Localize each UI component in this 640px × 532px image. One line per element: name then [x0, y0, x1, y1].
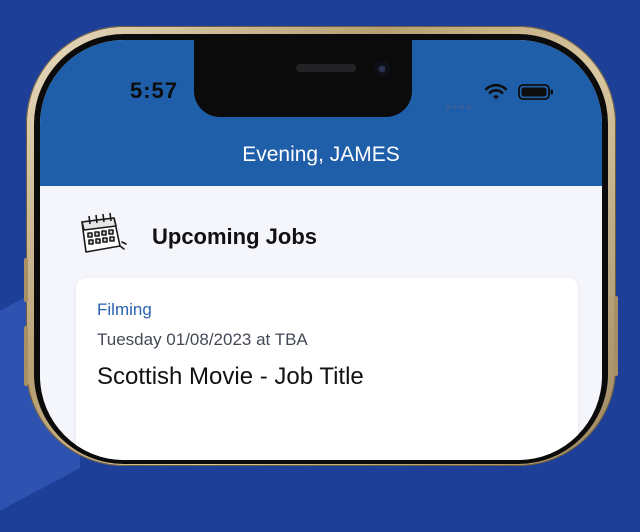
phone-side-button [24, 258, 28, 302]
notch [194, 40, 412, 117]
phone-side-button [24, 326, 28, 386]
speaker-grille [296, 64, 356, 72]
job-category: Filming [97, 300, 152, 319]
front-camera [374, 61, 390, 77]
phone-side-button [614, 296, 618, 376]
phone-screen: 5:57 Evening, JAMES Upcoming Jobs Filmin… [40, 40, 602, 460]
app-header: 5:57 Evening, JAMES [40, 40, 602, 186]
job-card[interactable]: Filming Tuesday 01/08/2023 at TBA Scotti… [76, 278, 578, 460]
job-date: Tuesday 01/08/2023 at TBA [97, 330, 308, 349]
calendar-icon [81, 212, 127, 253]
greeting-title: Evening, JAMES [242, 143, 400, 166]
upcoming-jobs-header: Upcoming Jobs [76, 212, 536, 262]
cellular-signal-icon [446, 96, 474, 114]
battery-icon [518, 84, 553, 100]
job-title: Scottish Movie - Job Title [97, 363, 364, 390]
section-title: Upcoming Jobs [152, 224, 318, 249]
wifi-icon [484, 83, 508, 100]
status-time: 5:57 [130, 78, 179, 103]
